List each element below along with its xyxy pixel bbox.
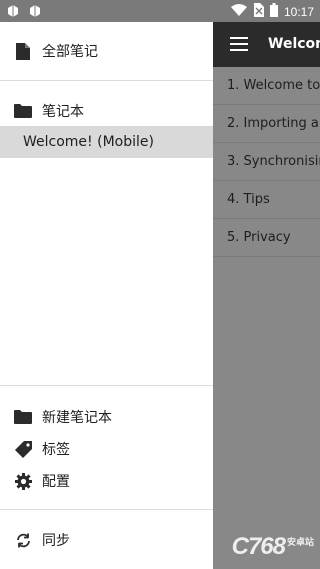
sync-icon: [14, 531, 32, 549]
settings-item[interactable]: 配置: [0, 466, 213, 496]
notebook-item-label: Welcome! (Mobile): [23, 134, 154, 150]
all-notes-label: 全部笔记: [42, 44, 98, 60]
battery-icon: [269, 3, 278, 20]
note-item[interactable]: 4. Tips: [213, 181, 320, 219]
divider: [0, 80, 213, 81]
app-notification-icon: [28, 3, 42, 22]
tag-icon: [14, 440, 32, 458]
status-bar: 10:17: [0, 0, 320, 22]
folder-icon: [14, 408, 32, 426]
new-notebook-item[interactable]: 新建笔记本: [0, 402, 213, 432]
all-notes-item[interactable]: 全部笔记: [0, 36, 213, 66]
sync-item[interactable]: 同步: [0, 525, 213, 555]
clock-time: 10:17: [283, 4, 314, 19]
navigation-drawer: 全部笔记 笔记本 Welcome! (Mobile) 新建笔记本 标签 配置 同…: [0, 22, 213, 569]
notebooks-header-label: 笔记本: [42, 104, 84, 120]
folder-icon: [14, 102, 32, 120]
menu-icon[interactable]: [230, 37, 248, 51]
notes-list-panel[interactable]: Welcome! (Mobile) 1. Welcome to Joplin! …: [213, 22, 320, 569]
note-item[interactable]: 5. Privacy: [213, 219, 320, 257]
notebooks-header: 笔记本: [0, 96, 213, 126]
sync-label: 同步: [42, 533, 70, 549]
no-sim-icon: [253, 3, 264, 20]
toolbar: Welcome! (Mobile): [213, 22, 320, 67]
tags-item[interactable]: 标签: [0, 434, 213, 464]
note-item[interactable]: 1. Welcome to Joplin!: [213, 67, 320, 105]
toolbar-title: Welcome! (Mobile): [268, 36, 320, 52]
divider: [0, 509, 213, 510]
wifi-icon: [230, 4, 247, 19]
divider: [0, 385, 213, 386]
settings-label: 配置: [42, 474, 70, 490]
watermark-logo: C768 安卓站: [231, 533, 314, 560]
note-item[interactable]: 2. Importing and exporting notes: [213, 105, 320, 143]
tags-label: 标签: [42, 442, 70, 458]
app-notification-icon: [6, 3, 20, 22]
gear-icon: [14, 472, 32, 490]
note-item[interactable]: 3. Synchronising your notes: [213, 143, 320, 181]
notebook-item[interactable]: Welcome! (Mobile): [0, 126, 213, 158]
document-icon: [14, 42, 32, 60]
new-notebook-label: 新建笔记本: [42, 410, 112, 426]
